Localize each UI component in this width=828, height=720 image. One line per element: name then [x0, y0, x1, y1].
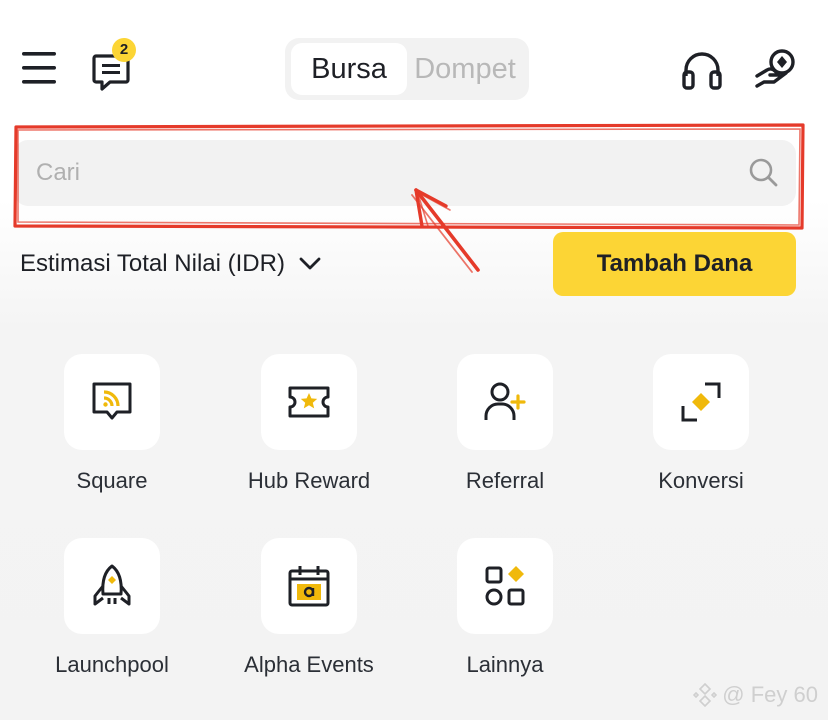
- menu-button[interactable]: [20, 48, 60, 88]
- watermark: @ Fey 60: [692, 682, 818, 708]
- shortcut-konversi-box: [653, 354, 749, 450]
- messages-button[interactable]: 2: [92, 38, 140, 91]
- shortcut-square[interactable]: Square: [17, 354, 207, 514]
- shortcut-label: Launchpool: [55, 652, 169, 677]
- hand-coin-icon: [755, 49, 795, 88]
- estimated-total-value[interactable]: Estimasi Total Nilai (IDR): [20, 250, 321, 278]
- shortcut-lainnya[interactable]: Lainnya: [410, 538, 600, 698]
- notification-badge: 2: [112, 38, 136, 62]
- shortcut-label: Referral: [465, 468, 545, 493]
- shortcut-square-box: [64, 354, 160, 450]
- calendar-icon: [288, 566, 330, 607]
- shortcut-alpha-events-box: [261, 538, 357, 634]
- convert-icon: [681, 382, 721, 422]
- tab-bursa[interactable]: Bursa: [291, 43, 407, 95]
- add-user-icon: [484, 382, 526, 420]
- search-icon[interactable]: [748, 157, 778, 187]
- shortcut-label: Konversi: [658, 468, 744, 493]
- square-icon: [92, 382, 132, 420]
- shortcut-label: Square: [76, 468, 148, 493]
- shortcut-label: Hub Reward: [247, 468, 371, 493]
- top-bar: 2 Bursa Dompet: [0, 0, 828, 120]
- shortcut-label: Lainnya: [466, 652, 544, 677]
- shortcut-konversi[interactable]: Konversi: [606, 354, 796, 514]
- shortcut-hub-reward-box: [261, 354, 357, 450]
- shortcut-launchpool-box: [64, 538, 160, 634]
- shortcut-alpha-events[interactable]: Alpha Events: [214, 538, 404, 698]
- more-grid-icon: [485, 566, 525, 606]
- headset-icon: [682, 52, 722, 90]
- shortcut-label: Alpha Events: [244, 652, 374, 677]
- tab-dompet[interactable]: Dompet: [407, 43, 523, 95]
- shortcut-hub-reward[interactable]: Hub Reward: [214, 354, 404, 514]
- shortcut-referral-box: [457, 354, 553, 450]
- shortcut-lainnya-box: [457, 538, 553, 634]
- profile-deposit-button[interactable]: [754, 46, 798, 92]
- exchange-wallet-toggle: Bursa Dompet: [285, 38, 529, 100]
- search-input[interactable]: [14, 140, 734, 206]
- support-button[interactable]: [680, 50, 724, 92]
- binance-logo-icon: [693, 682, 718, 708]
- chevron-down-icon: [299, 257, 321, 270]
- add-funds-button[interactable]: Tambah Dana: [553, 232, 796, 296]
- shortcut-referral[interactable]: Referral: [410, 354, 600, 514]
- watermark-text: @ Fey 60: [722, 682, 818, 707]
- reward-ticket-icon: [288, 386, 330, 418]
- hamburger-icon: [22, 52, 56, 84]
- rocket-icon: [93, 564, 131, 606]
- search-bar: [14, 140, 796, 206]
- estimated-total-value-label: Estimasi Total Nilai (IDR): [20, 250, 285, 277]
- shortcut-launchpool[interactable]: Launchpool: [17, 538, 207, 698]
